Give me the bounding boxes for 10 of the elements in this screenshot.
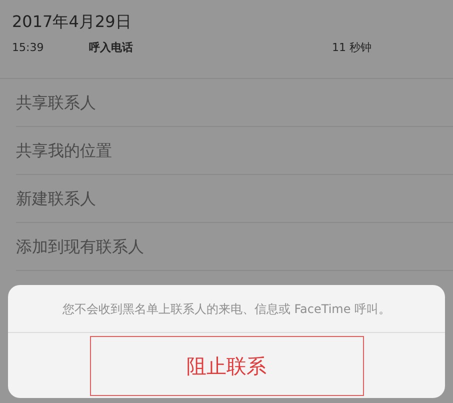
call-date: 2017年4月29日	[12, 11, 132, 33]
action-item[interactable]: 添加到现有联系人	[16, 234, 144, 258]
block-contact-button[interactable]: 阻止联系	[90, 336, 364, 396]
action-item[interactable]: 共享我的位置	[16, 138, 112, 162]
alert-message: 您不会收到黑名单上联系人的来电、信息或 FaceTime 呼叫。	[8, 285, 445, 333]
call-type: 呼入电话	[89, 40, 134, 56]
call-time: 15:39	[12, 40, 45, 56]
action-item[interactable]: 新建联系人	[16, 186, 96, 210]
call-duration: 11 秒钟	[332, 40, 372, 56]
action-item[interactable]: 共享联系人	[16, 90, 96, 114]
